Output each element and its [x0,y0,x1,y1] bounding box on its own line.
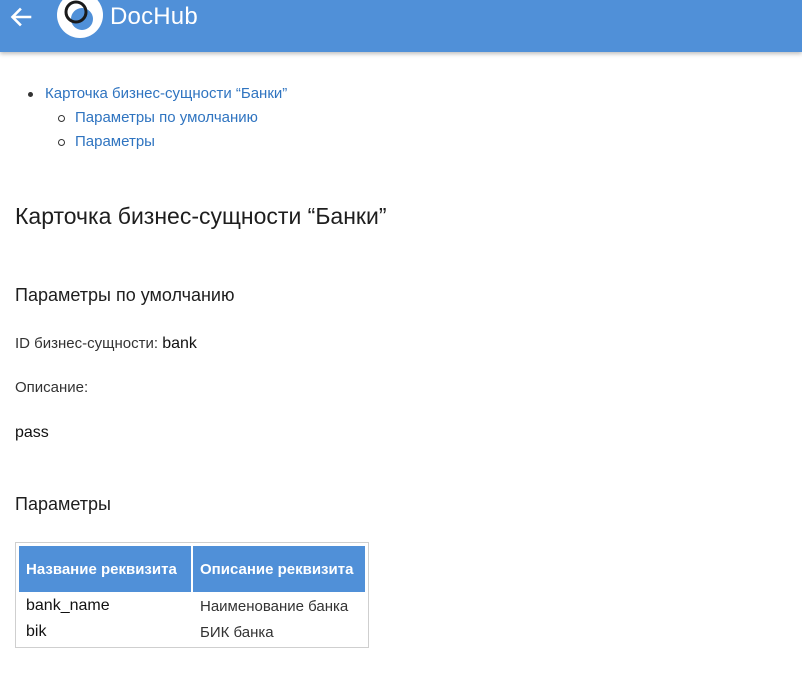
toc-link-defaults[interactable]: Параметры по умолчанию [75,108,258,128]
bullet-circle-icon [58,115,65,122]
params-table: Название реквизита Описание реквизита ba… [15,542,369,648]
entity-id-line: ID бизнес-сущности: bank [15,335,197,353]
params-heading: Параметры [15,494,111,514]
bullet-circle-icon [58,139,65,146]
app-bar: DocHub [0,0,802,52]
column-header: Название реквизита [19,546,191,592]
table-row: bank_name Наименование банка [19,594,365,618]
description-label: Описание: [15,379,89,396]
arrow-left-icon [10,7,32,27]
table-header-row: Название реквизита Описание реквизита [19,546,365,592]
entity-id-label: ID бизнес-сущности: [15,335,159,352]
back-button[interactable] [6,2,36,32]
app-title[interactable]: DocHub [110,3,198,31]
table-row: bik БИК банка [19,620,365,644]
param-name-cell: bik [26,623,47,640]
toc-link-card[interactable]: Карточка бизнес-сущности “Банки” [45,84,287,104]
description-value: pass [15,424,49,441]
toc-link-params[interactable]: Параметры [75,132,155,152]
entity-id-value: bank [162,335,197,352]
param-description-cell: Наименование банка [200,597,349,615]
page-title: Карточка бизнес-сущности “Банки” [15,203,387,229]
defaults-heading: Параметры по умолчанию [15,285,235,305]
bullet-disc-icon [28,92,33,97]
dochub-logo-icon[interactable] [57,0,103,38]
column-header: Описание реквизита [193,546,365,592]
param-description-cell: БИК банка [200,623,274,641]
param-name-cell: bank_name [26,597,110,614]
